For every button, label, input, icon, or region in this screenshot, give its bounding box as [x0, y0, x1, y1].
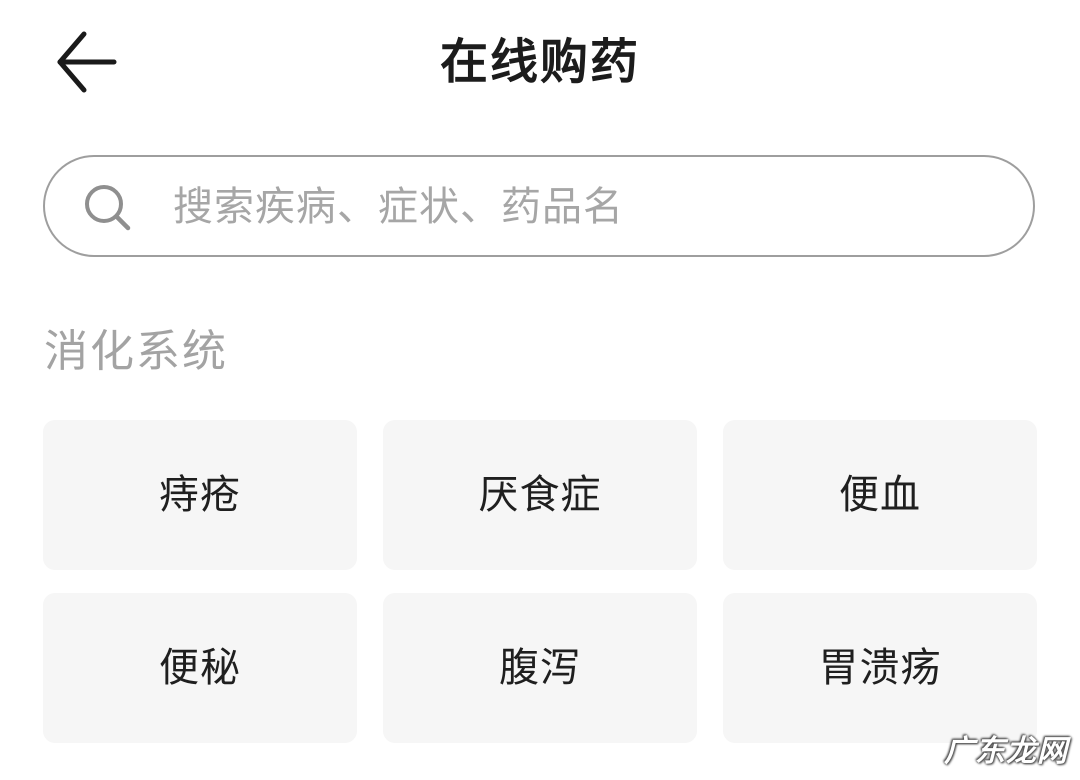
search-placeholder: 搜索疾病、症状、药品名 [173, 184, 624, 230]
category-tile-diarrhea[interactable]: 腹泻 [383, 593, 697, 743]
category-tile-anorexia[interactable]: 厌食症 [383, 420, 697, 570]
section-title: 消化系统 [44, 326, 228, 377]
category-tile-constipation[interactable]: 便秘 [43, 593, 357, 743]
page-title: 在线购药 [439, 34, 640, 90]
category-grid: 痔疮 厌食症 便血 便秘 腹泻 胃溃疡 [43, 420, 1037, 743]
category-label: 厌食症 [478, 472, 602, 518]
category-tile-hemorrhoids[interactable]: 痔疮 [43, 420, 357, 570]
category-label: 腹泻 [499, 645, 581, 691]
top-bar: 在线购药 [0, 0, 1080, 130]
search-icon [83, 183, 133, 233]
category-label: 胃溃疡 [818, 645, 942, 691]
watermark: 广东龙网 [944, 734, 1068, 769]
category-tile-gastric-ulcer[interactable]: 胃溃疡 [723, 593, 1037, 743]
category-label: 便秘 [159, 645, 241, 691]
category-tile-hematochezia[interactable]: 便血 [723, 420, 1037, 570]
category-label: 痔疮 [159, 472, 241, 518]
search-input[interactable]: 搜索疾病、症状、药品名 [43, 155, 1035, 257]
category-label: 便血 [839, 472, 921, 518]
